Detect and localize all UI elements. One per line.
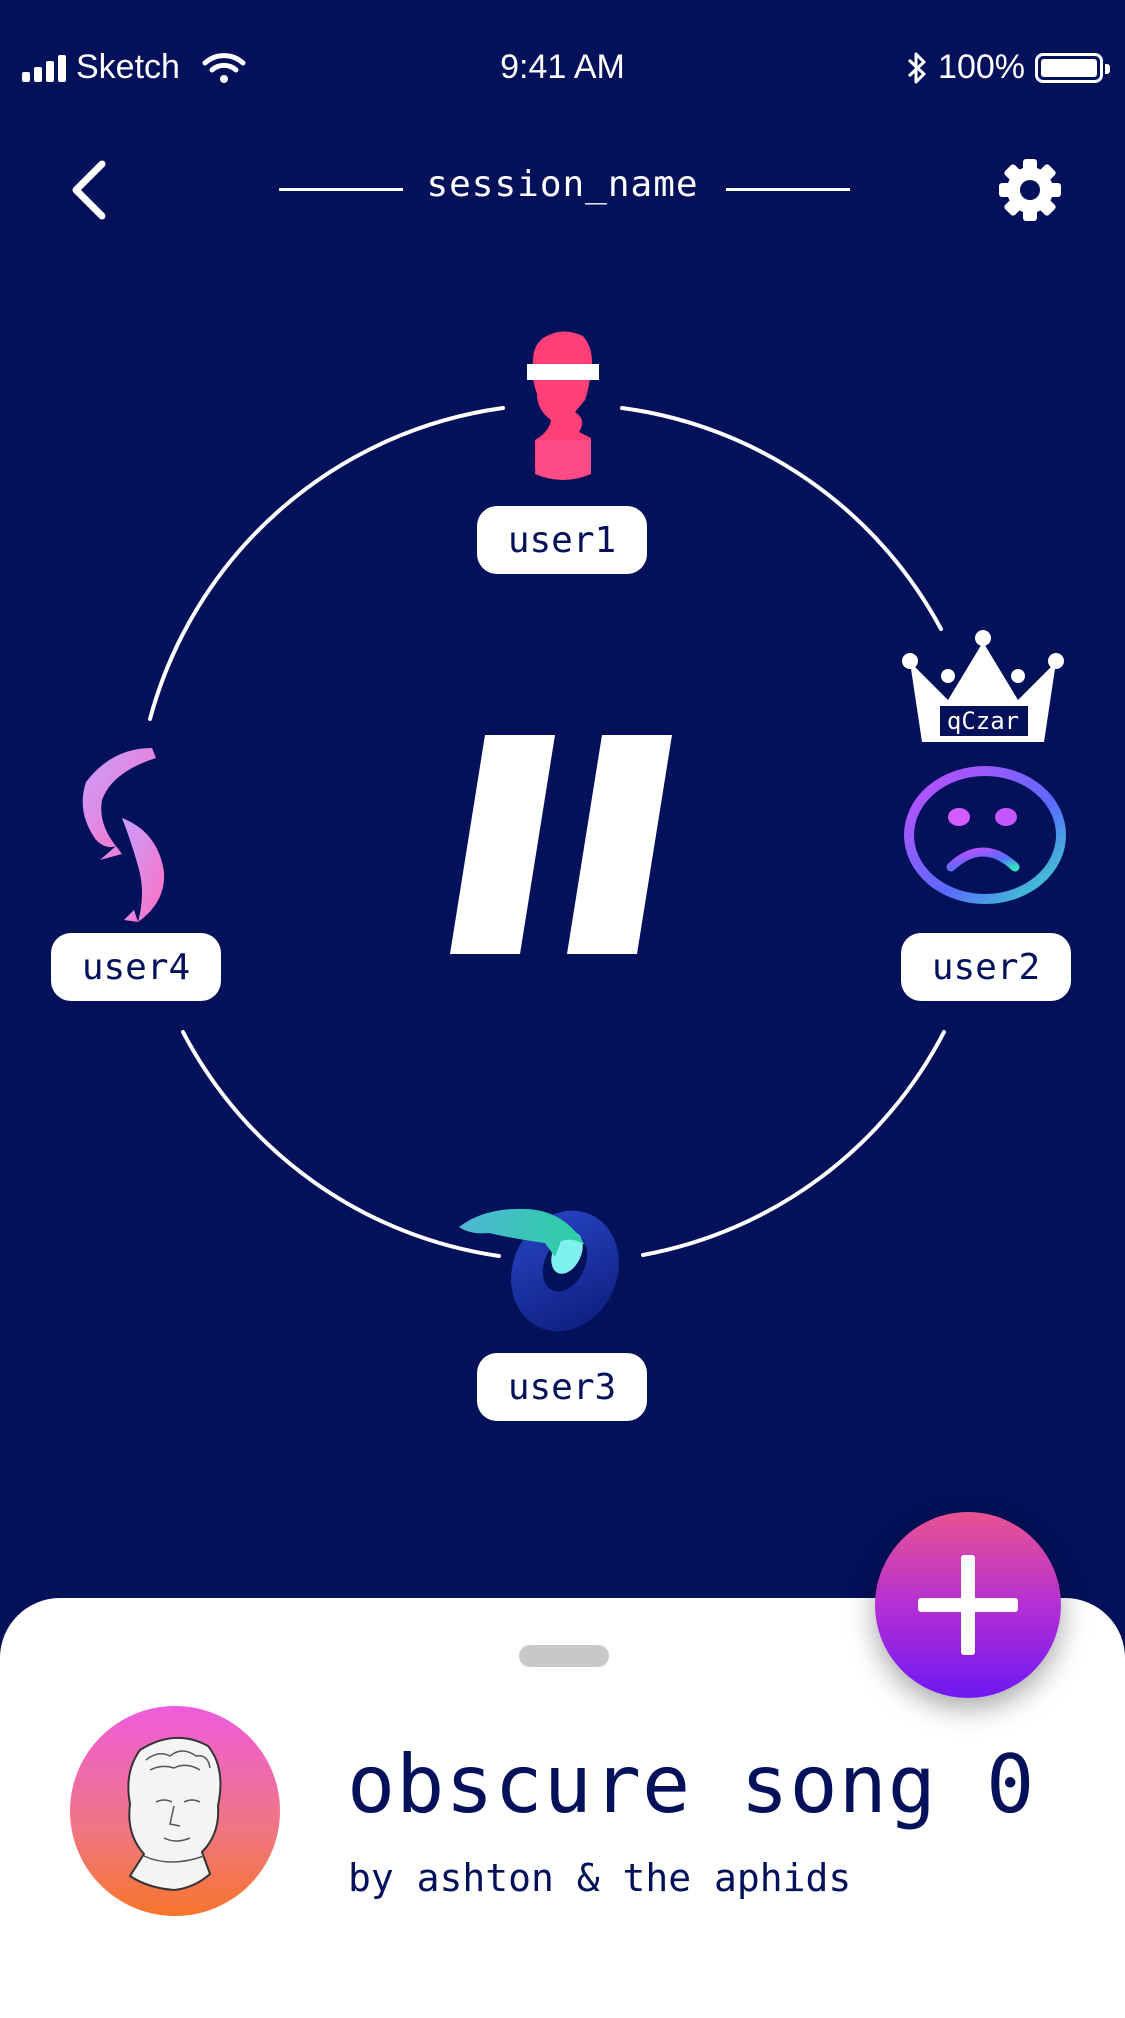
user-pill-user2[interactable]: user2 [901, 933, 1071, 1001]
center-slash-logo [450, 735, 672, 954]
user-pill-user1[interactable]: user1 [477, 506, 647, 574]
title-line-right [726, 188, 850, 191]
battery-icon [1035, 52, 1110, 83]
status-bar: Sketch 9:41 AM 100% [0, 0, 1125, 140]
song-title: obscure song 0 [347, 1738, 1036, 1831]
queue-czar-badge: qCzar [946, 707, 1020, 735]
user-pill-user4[interactable]: user4 [51, 933, 221, 1001]
album-art[interactable] [70, 1706, 280, 1916]
sad-face-icon [904, 766, 1066, 904]
title-line-left [279, 188, 403, 191]
album-statue-sketch-icon [127, 1736, 222, 1892]
status-right: 100% [906, 48, 1110, 87]
song-artist: by ashton & the aphids [348, 1856, 852, 1900]
statue-bust-icon [527, 331, 599, 480]
sheet-drag-handle[interactable] [519, 1645, 609, 1667]
dolphin-torus-icon [459, 1208, 619, 1332]
bluetooth-icon [908, 52, 926, 83]
user-pill-user3[interactable]: user3 [477, 1353, 647, 1421]
koi-fish-icon [82, 748, 165, 922]
page-title: session_name [426, 164, 699, 205]
add-song-button[interactable] [875, 1512, 1061, 1698]
back-button[interactable] [64, 150, 124, 230]
settings-gear-icon[interactable] [995, 155, 1065, 225]
battery-percent: 100% [938, 48, 1025, 86]
plus-icon [918, 1555, 1018, 1655]
